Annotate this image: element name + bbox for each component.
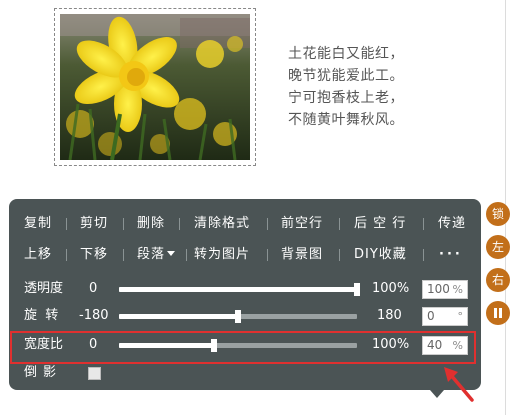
move-down-button[interactable]: 下移 bbox=[80, 244, 108, 266]
annotation-arrow-icon bbox=[444, 367, 474, 402]
separator bbox=[267, 249, 268, 261]
shadow-label: 倒影 bbox=[24, 365, 63, 380]
rotate-min: -180 bbox=[79, 308, 109, 323]
pass-button[interactable]: 传递 bbox=[438, 213, 466, 235]
separator bbox=[339, 249, 340, 261]
rotate-slider-row: 旋 转 -180 180 0 ° bbox=[9, 305, 481, 327]
side-button-group: 锁 左 右 bbox=[486, 202, 510, 334]
opacity-slider[interactable] bbox=[119, 283, 360, 296]
opacity-label: 透明度 bbox=[24, 281, 64, 296]
rotate-slider-fill bbox=[119, 314, 238, 319]
move-up-button[interactable]: 上移 bbox=[24, 244, 52, 266]
copy-button[interactable]: 复制 bbox=[24, 213, 52, 235]
highlight-box bbox=[10, 331, 476, 364]
poem-line: 不随黄叶舞秋风。 bbox=[288, 112, 404, 128]
shadow-checkbox[interactable] bbox=[88, 367, 101, 380]
rotate-unit: ° bbox=[457, 310, 464, 323]
opacity-slider-fill bbox=[119, 287, 357, 292]
rotate-input[interactable]: 0 ° bbox=[422, 307, 468, 326]
opacity-slider-row: 透明度 0 100% 100 % bbox=[9, 278, 481, 300]
opacity-slider-handle[interactable] bbox=[354, 283, 360, 296]
separator bbox=[186, 249, 187, 261]
paragraph-label: 段落 bbox=[137, 247, 166, 262]
blank-line-after-button[interactable]: 后 空 行 bbox=[354, 213, 406, 235]
opacity-min: 0 bbox=[89, 281, 98, 296]
background-image-button[interactable]: 背景图 bbox=[281, 244, 323, 266]
poem-text: 土花能白又能红， 晚节犹能爱此工。 宁可抱香枝上老， 不随黄叶舞秋风。 bbox=[288, 43, 498, 131]
lock-button[interactable]: 锁 bbox=[486, 202, 510, 226]
separator bbox=[339, 218, 340, 230]
opacity-max: 100% bbox=[372, 281, 410, 296]
separator bbox=[123, 218, 124, 230]
separator bbox=[66, 218, 67, 230]
pause-icon bbox=[494, 308, 502, 318]
cut-button[interactable]: 剪切 bbox=[80, 213, 108, 235]
daffodil-image bbox=[60, 14, 250, 160]
separator bbox=[423, 218, 424, 230]
opacity-value: 100 bbox=[427, 282, 450, 296]
image-frame[interactable] bbox=[54, 8, 256, 166]
rotate-value: 0 bbox=[427, 309, 435, 323]
chevron-down-icon bbox=[167, 251, 176, 256]
poem-line: 晚节犹能爱此工。 bbox=[288, 68, 404, 84]
rotate-slider[interactable] bbox=[119, 310, 357, 323]
more-button[interactable]: ··· bbox=[439, 244, 463, 266]
poem-line: 土花能白又能红， bbox=[288, 46, 404, 62]
rotate-label: 旋 转 bbox=[24, 308, 59, 323]
separator bbox=[423, 249, 424, 261]
separator bbox=[267, 218, 268, 230]
clear-format-button[interactable]: 清除格式 bbox=[194, 213, 250, 235]
opacity-unit: % bbox=[452, 283, 463, 296]
separator bbox=[179, 218, 180, 230]
opacity-input[interactable]: 100 % bbox=[422, 280, 468, 299]
rotate-max: 180 bbox=[377, 308, 402, 323]
daffodil-photo[interactable] bbox=[60, 14, 250, 160]
align-right-button[interactable]: 右 bbox=[486, 268, 510, 292]
poem-line: 宁可抱香枝上老， bbox=[288, 90, 404, 106]
separator bbox=[66, 249, 67, 261]
blank-line-before-button[interactable]: 前空行 bbox=[281, 213, 323, 235]
separator bbox=[123, 249, 124, 261]
rotate-slider-handle[interactable] bbox=[235, 310, 241, 323]
align-left-button[interactable]: 左 bbox=[486, 235, 510, 259]
pause-button[interactable] bbox=[486, 301, 510, 325]
delete-button[interactable]: 删除 bbox=[137, 213, 165, 235]
paragraph-dropdown[interactable]: 段落 bbox=[137, 244, 176, 266]
convert-to-image-button[interactable]: 转为图片 bbox=[194, 244, 250, 266]
diy-favorite-button[interactable]: DIY收藏 bbox=[354, 244, 407, 266]
